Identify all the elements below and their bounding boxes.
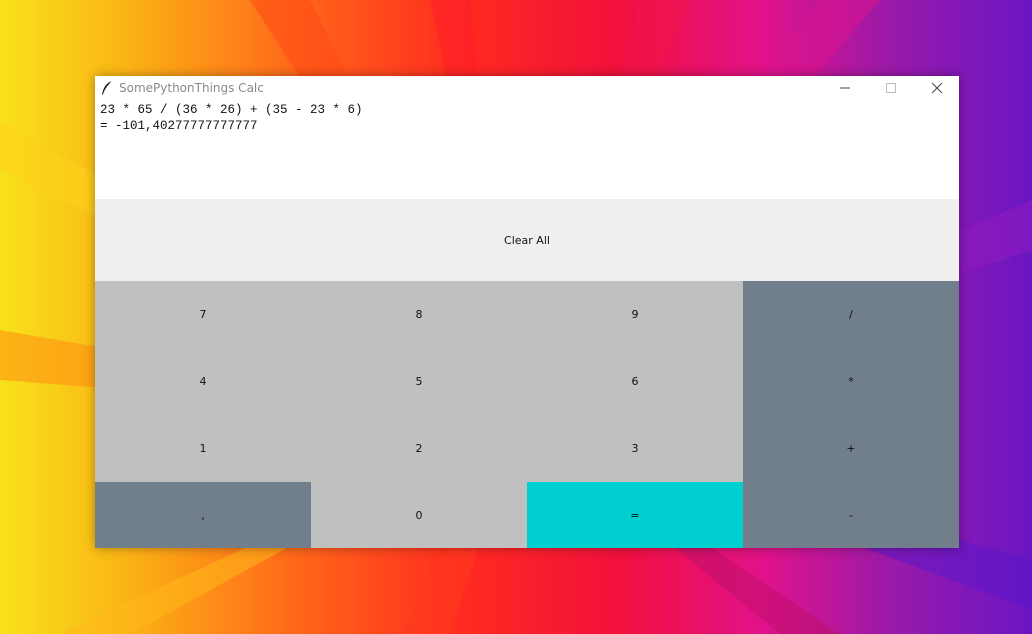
window-title: SomePythonThings Calc xyxy=(119,81,264,95)
divide-button[interactable]: / xyxy=(743,281,959,348)
key-8-button[interactable]: 8 xyxy=(311,281,527,348)
key-4-button[interactable]: 4 xyxy=(95,348,311,415)
calculator-window: SomePythonThings Calc 23 * 65 / (36 * 26… xyxy=(95,76,959,548)
calculator-display: 23 * 65 / (36 * 26) + (35 - 23 * 6) = -1… xyxy=(95,100,959,198)
key-7-button[interactable]: 7 xyxy=(95,281,311,348)
minimize-icon[interactable] xyxy=(822,76,868,100)
clear-all-button[interactable]: Clear All xyxy=(95,199,959,281)
expression-text: 23 * 65 / (36 * 26) + (35 - 23 * 6) xyxy=(100,103,363,117)
equals-button[interactable]: = xyxy=(527,482,743,548)
key-9-button[interactable]: 9 xyxy=(527,281,743,348)
key-1-button[interactable]: 1 xyxy=(95,415,311,482)
minus-button[interactable]: - xyxy=(743,482,959,548)
multiply-button[interactable]: * xyxy=(743,348,959,415)
key-2-button[interactable]: 2 xyxy=(311,415,527,482)
result-text: = -101,40277777777777 xyxy=(100,119,258,133)
maximize-icon[interactable] xyxy=(868,76,914,100)
key-0-button[interactable]: 0 xyxy=(311,482,527,548)
plus-button[interactable]: + xyxy=(743,415,959,482)
key-3-button[interactable]: 3 xyxy=(527,415,743,482)
title-bar[interactable]: SomePythonThings Calc xyxy=(95,76,959,100)
key-6-button[interactable]: 6 xyxy=(527,348,743,415)
feather-icon xyxy=(100,80,114,96)
key-5-button[interactable]: 5 xyxy=(311,348,527,415)
comma-button[interactable]: , xyxy=(95,482,311,548)
close-icon[interactable] xyxy=(914,76,960,100)
